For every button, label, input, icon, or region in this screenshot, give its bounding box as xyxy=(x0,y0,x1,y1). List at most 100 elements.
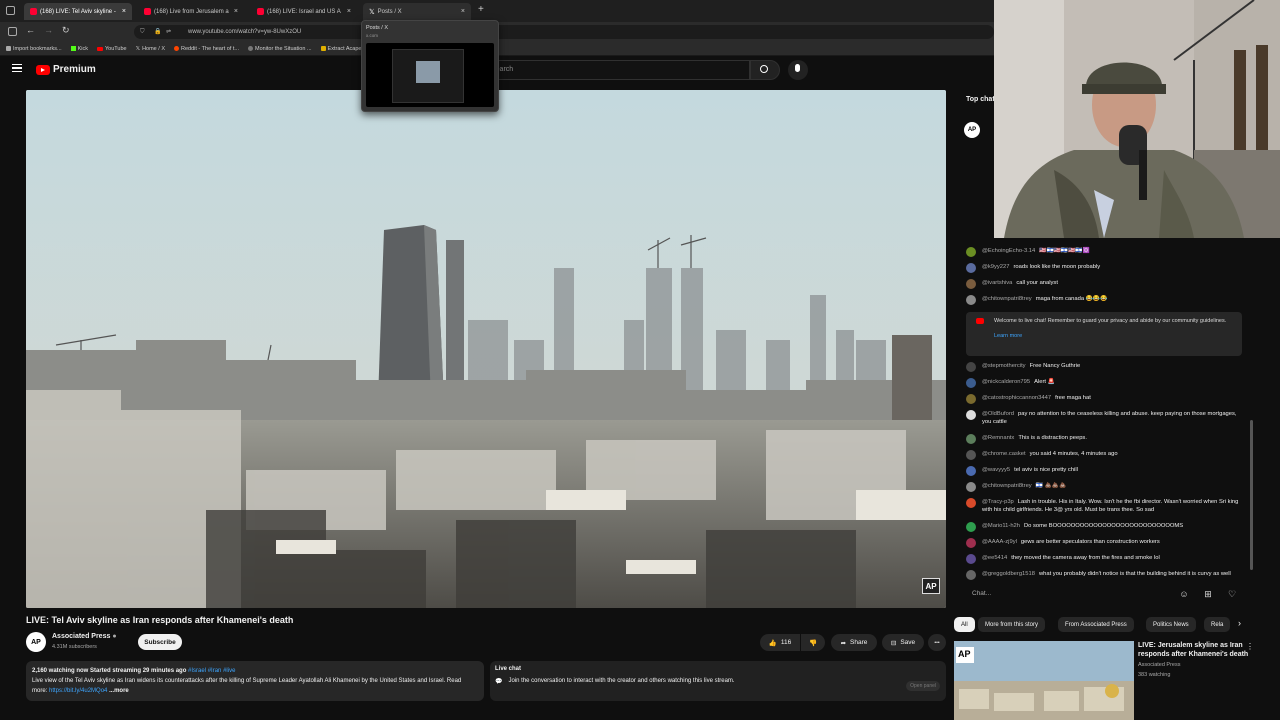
bookmark-reddit[interactable]: Reddit - The heart of t... xyxy=(174,46,239,52)
chevron-right-icon[interactable]: › xyxy=(1238,618,1241,628)
chat-message[interactable]: @k9yy227 roads look like the moon probabl… xyxy=(966,263,1246,273)
search-button[interactable] xyxy=(750,60,780,80)
chip-from-ap[interactable]: From Associated Press xyxy=(1058,617,1134,632)
close-tab-icon[interactable]: × xyxy=(230,8,238,15)
chat-avatar[interactable] xyxy=(966,247,976,257)
chat-message[interactable]: @chitownpatri8trey maga from canada 😂😂😂 xyxy=(966,295,1246,305)
show-more-link[interactable]: ...more xyxy=(109,688,129,694)
chat-author[interactable]: @catostrophiccannon3447 xyxy=(982,395,1051,401)
open-panel-button[interactable]: Open panel xyxy=(906,681,940,691)
chat-author[interactable]: @OldBuford xyxy=(982,411,1014,417)
chat-author[interactable]: @stepmothercity xyxy=(982,363,1026,369)
chat-avatar[interactable] xyxy=(966,538,976,548)
chat-message[interactable]: @catostrophiccannon3447 free maga hat xyxy=(966,394,1246,404)
close-tab-icon[interactable]: × xyxy=(457,8,465,15)
chat-avatar[interactable] xyxy=(966,498,976,508)
chat-author[interactable]: @ivartshiva xyxy=(982,280,1012,286)
chat-avatar[interactable] xyxy=(966,466,976,476)
chat-avatar[interactable] xyxy=(966,434,976,444)
browser-tab-1[interactable]: (168) LIVE: Tel Aviv skyline - × xyxy=(24,3,132,20)
close-tab-icon[interactable]: × xyxy=(118,8,126,15)
chat-message[interactable]: @chrome.casket you said 4 minutes, 4 minu… xyxy=(966,450,1246,460)
chat-avatar[interactable] xyxy=(966,554,976,564)
chat-message[interactable]: @Mario11-h2h Do some BOOOOOOOOOOOOOOOOOOO… xyxy=(966,522,1246,532)
chat-author[interactable]: @nickcalderon795 xyxy=(982,379,1030,385)
chat-author[interactable]: @greggoldberg1518 xyxy=(982,571,1035,577)
emoji-icon[interactable]: ☺ xyxy=(1178,588,1190,600)
browser-tab-2[interactable]: (168) Live from Jerusalem a × xyxy=(138,3,244,20)
description-link[interactable]: https://bit.ly/4u2MQo4 xyxy=(49,688,107,694)
chat-avatar[interactable] xyxy=(966,295,976,305)
chat-author[interactable]: @chrome.casket xyxy=(982,451,1026,457)
browser-tab-4[interactable]: 𝕏 Posts / X × xyxy=(363,3,471,20)
chat-message[interactable]: @nickcalderon795 Alert 🚨 xyxy=(966,378,1246,388)
recommended-channel[interactable]: Associated Press xyxy=(1138,662,1181,668)
sidebar-panel-icon[interactable] xyxy=(8,27,17,36)
chat-author[interactable]: @Remnantx xyxy=(982,435,1014,441)
chip-politics-news[interactable]: Politics News xyxy=(1146,617,1196,632)
forward-icon[interactable]: → xyxy=(44,25,53,35)
url-field[interactable]: ⛉ 🔒 ⇌ www.youtube.com/watch?v=yw-8UwXzOU xyxy=(134,25,994,39)
chat-message[interactable]: @wavyyy5 tel aviv is nice pretty chill xyxy=(966,466,1246,476)
chip-more-from-story[interactable]: More from this story xyxy=(978,617,1046,632)
chat-author[interactable]: @chitownpatri8trey xyxy=(982,296,1032,302)
chat-message[interactable]: @stepmothercity Free Nancy Guthrie xyxy=(966,362,1246,372)
chat-author[interactable]: @wavyyy5 xyxy=(982,467,1010,473)
like-button[interactable]: 👍 116 xyxy=(760,634,800,651)
description-tags[interactable]: #Israel #Iran #live xyxy=(188,668,235,674)
chip-all[interactable]: All xyxy=(954,617,975,632)
more-actions-button[interactable]: ••• xyxy=(928,634,946,651)
recommended-title[interactable]: LIVE: Jerusalem skyline as Iran responds… xyxy=(1138,641,1250,659)
new-tab-button[interactable]: + xyxy=(478,4,484,15)
chat-avatar[interactable] xyxy=(966,450,976,460)
dislike-button[interactable]: 👎 xyxy=(801,634,825,651)
youtube-premium-logo[interactable]: Premium xyxy=(36,64,96,75)
close-tab-icon[interactable]: × xyxy=(343,8,351,15)
chat-avatar[interactable] xyxy=(966,279,976,289)
heart-icon[interactable]: ♡ xyxy=(1226,588,1238,600)
chat-message[interactable]: @ee5414 they moved the camera away from t… xyxy=(966,554,1246,564)
chat-message[interactable]: @greggoldberg1518 what you probably didn'… xyxy=(966,570,1246,580)
bookmark-x[interactable]: 𝕏 Home / X xyxy=(136,46,165,52)
chip-related[interactable]: Rela xyxy=(1204,617,1230,632)
learn-more-link[interactable]: Learn more xyxy=(994,333,1236,340)
chat-author[interactable]: @ee5414 xyxy=(982,555,1007,561)
chat-avatar[interactable] xyxy=(966,378,976,388)
chat-author[interactable]: @chitownpatri8trey xyxy=(982,483,1032,489)
chat-avatar[interactable] xyxy=(966,482,976,492)
search-input[interactable]: Search xyxy=(482,60,750,80)
chat-message[interactable]: @Tracy-p3p Lash in trouble. His in Italy.… xyxy=(966,498,1246,514)
chat-message[interactable]: @chitownpatri8trey 🇮🇱 💩💩💩 xyxy=(966,482,1246,492)
channel-avatar[interactable]: AP xyxy=(26,632,46,652)
video-player[interactable]: AP xyxy=(26,90,946,608)
chat-message[interactable]: @ivartshiva call your analyst xyxy=(966,279,1246,289)
chat-author[interactable]: @AAAA-zj9yl xyxy=(982,539,1017,545)
channel-name[interactable]: Associated Press ● xyxy=(52,633,117,640)
share-button[interactable]: ➦ Share xyxy=(831,634,877,651)
chat-avatar[interactable] xyxy=(966,570,976,580)
bookmark-youtube[interactable]: YouTube xyxy=(97,46,127,52)
chat-message[interactable]: @Remnantx This is a distraction peeps. xyxy=(966,434,1246,444)
reload-icon[interactable]: ↻ xyxy=(62,25,70,36)
recommended-more-icon[interactable]: ⋮ xyxy=(1246,642,1254,651)
super-chat-icon[interactable]: ⊞ xyxy=(1202,588,1214,600)
hamburger-menu-icon[interactable] xyxy=(12,64,22,72)
chat-avatar[interactable] xyxy=(966,362,976,372)
chat-message[interactable]: @EchoingEcho-3.14 🇺🇸🇮🇱🇺🇸🇮🇱🇺🇸🇮🇱🔯 xyxy=(966,247,1246,257)
recommended-thumbnail[interactable]: AP xyxy=(954,641,1134,720)
chat-avatar[interactable] xyxy=(966,394,976,404)
sidebar-toggle-icon[interactable] xyxy=(6,6,15,15)
chat-author[interactable]: @k9yy227 xyxy=(982,264,1009,270)
chat-message[interactable]: @OldBuford pay no attention to the ceasel… xyxy=(966,410,1246,426)
save-button[interactable]: ⊟ Save xyxy=(882,634,924,651)
bookmark-kick[interactable]: Kick xyxy=(70,46,88,52)
chat-avatar[interactable] xyxy=(966,410,976,420)
description-box[interactable]: 2,160 watching now Started streaming 29 … xyxy=(26,661,484,701)
voice-search-button[interactable] xyxy=(788,60,808,80)
chat-author[interactable]: @Tracy-p3p xyxy=(982,499,1014,505)
chat-header[interactable]: Top chat xyxy=(966,96,995,103)
bookmark-monitor[interactable]: Monitor the Situation ... xyxy=(247,46,312,52)
browser-tab-3[interactable]: (168) LIVE: Israel and US A × xyxy=(251,3,357,20)
back-icon[interactable]: ← xyxy=(26,25,35,35)
subscribe-button[interactable]: Subscribe xyxy=(138,634,182,650)
